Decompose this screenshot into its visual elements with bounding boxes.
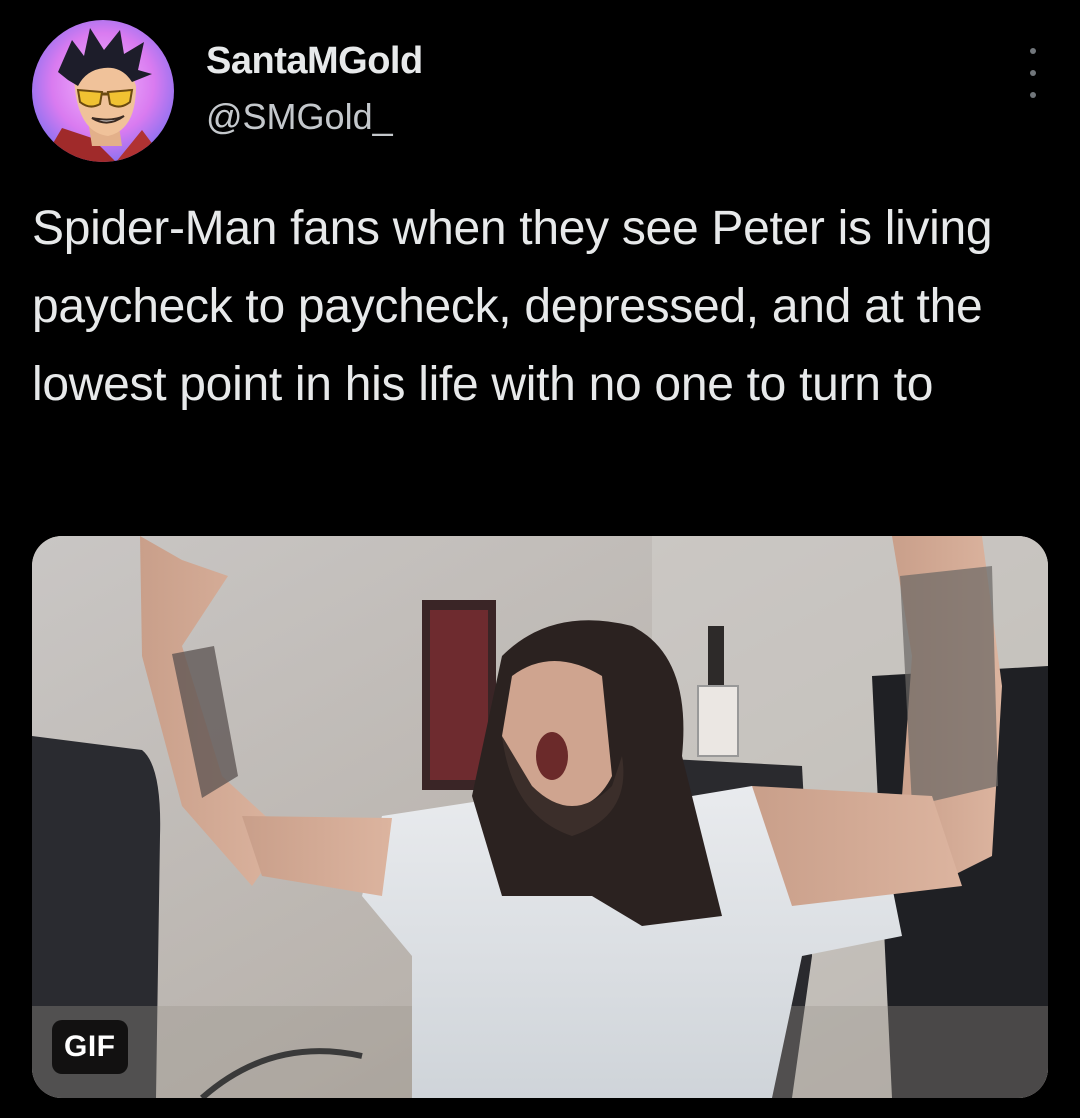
user-handle[interactable]: @SMGold_ (206, 94, 423, 140)
avatar-illustration (32, 20, 174, 162)
tweet-header: SantaMGold @SMGold_ (32, 20, 1048, 162)
author-names: SantaMGold @SMGold_ (206, 38, 423, 140)
more-dot (1030, 70, 1036, 76)
more-options-icon[interactable] (1018, 48, 1048, 98)
display-name[interactable]: SantaMGold (206, 38, 423, 84)
tweet-media-gif[interactable]: GIF (32, 536, 1048, 1098)
more-dot (1030, 48, 1036, 54)
gif-frame-image (32, 536, 1048, 1098)
avatar[interactable] (32, 20, 174, 162)
gif-badge: GIF (52, 1020, 128, 1074)
tweet-text: Spider-Man fans when they see Peter is l… (32, 202, 993, 411)
more-dot (1030, 92, 1036, 98)
tweet-card: SantaMGold @SMGold_ Spider-Man fans when… (0, 0, 1080, 1118)
